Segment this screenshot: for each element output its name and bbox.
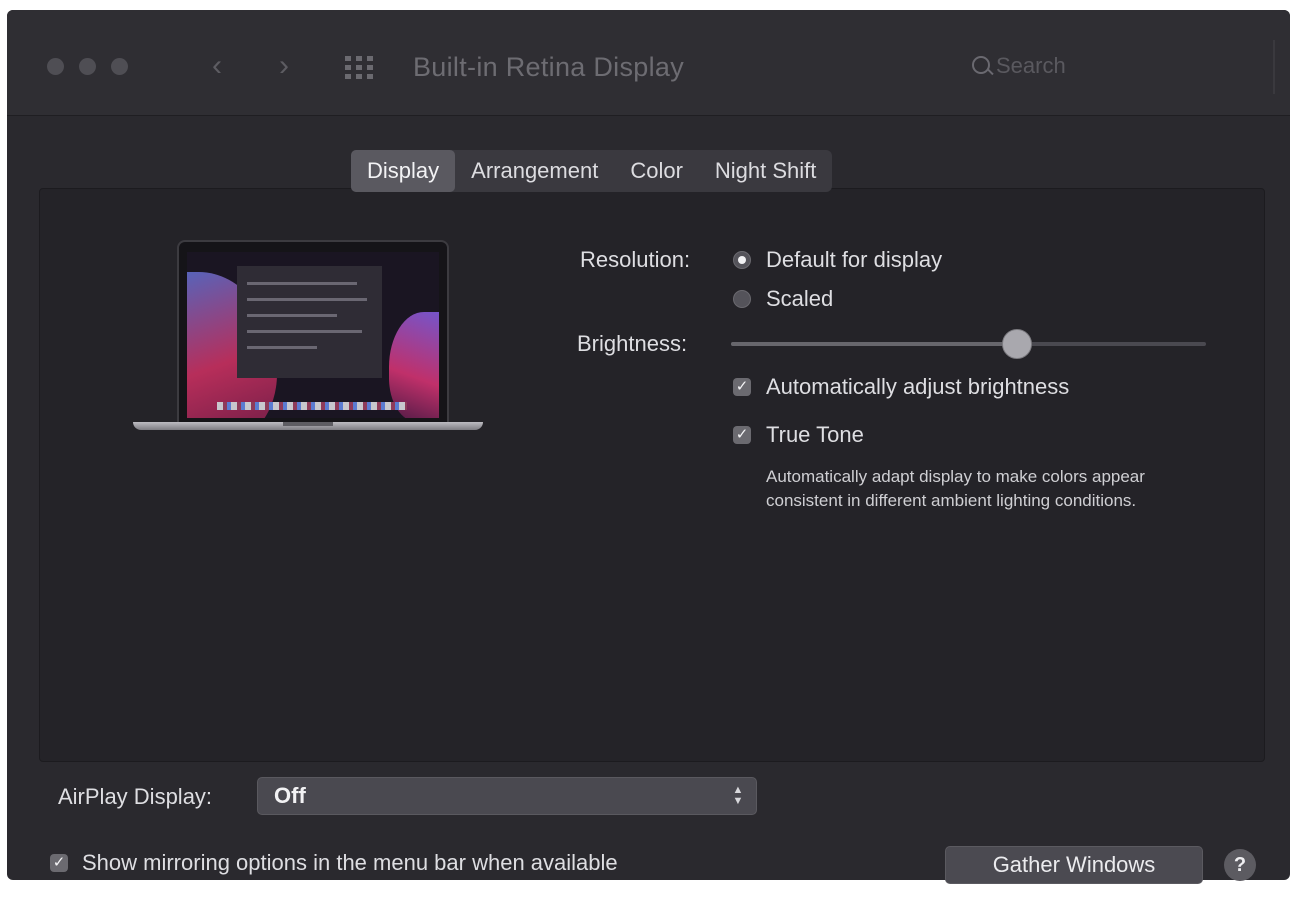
zoom-window-button[interactable] bbox=[111, 58, 128, 75]
title-divider bbox=[1273, 40, 1275, 94]
search-placeholder: Search bbox=[996, 53, 1066, 78]
tab-color[interactable]: Color bbox=[614, 150, 699, 192]
dock-thumbnail bbox=[217, 402, 407, 410]
resolution-default-label[interactable]: Default for display bbox=[766, 247, 942, 273]
search-field[interactable]: Search bbox=[972, 50, 1272, 82]
true-tone-description: Automatically adapt display to make colo… bbox=[766, 467, 1145, 510]
brightness-label: Brightness: bbox=[577, 331, 688, 356]
chevron-right-icon[interactable]: › bbox=[267, 48, 301, 84]
tab-bar: Display Arrangement Color Night Shift bbox=[351, 150, 833, 192]
minimize-window-button[interactable] bbox=[79, 58, 96, 75]
laptop-screen bbox=[187, 252, 439, 418]
laptop-lid bbox=[177, 240, 449, 424]
brightness-slider-knob[interactable] bbox=[1002, 329, 1032, 359]
auto-brightness-label[interactable]: Automatically adjust brightness bbox=[766, 374, 1069, 400]
show-mirroring-checkbox[interactable]: ✓ bbox=[50, 854, 68, 872]
tab-arrangement[interactable]: Arrangement bbox=[455, 150, 614, 192]
true-tone-label[interactable]: True Tone bbox=[766, 422, 864, 448]
airplay-display-label: AirPlay Display: bbox=[58, 784, 213, 809]
resolution-label: Resolution: bbox=[580, 247, 691, 272]
resolution-scaled-radio[interactable] bbox=[733, 290, 751, 308]
preferences-sheet-thumbnail bbox=[237, 266, 382, 378]
brightness-slider-fill bbox=[731, 342, 1016, 346]
show-mirroring-label[interactable]: Show mirroring options in the menu bar w… bbox=[82, 850, 618, 876]
close-window-button[interactable] bbox=[47, 58, 64, 75]
tab-night-shift[interactable]: Night Shift bbox=[699, 150, 833, 192]
title-bar: ‹ › Built-in Retina Display Search bbox=[7, 10, 1290, 116]
search-icon bbox=[972, 56, 990, 74]
airplay-display-value: Off bbox=[274, 783, 306, 808]
auto-brightness-checkbox[interactable]: ✓ bbox=[733, 378, 751, 396]
airplay-display-select[interactable]: Off ▲ ▼ bbox=[257, 777, 757, 815]
brightness-slider[interactable] bbox=[731, 329, 1206, 359]
resolution-default-radio[interactable] bbox=[733, 251, 751, 269]
grid-icon[interactable] bbox=[343, 54, 377, 80]
window-title: Built-in Retina Display bbox=[413, 52, 685, 82]
question-icon[interactable]: ? bbox=[1224, 849, 1256, 881]
tab-display[interactable]: Display bbox=[351, 150, 456, 192]
gather-windows-button[interactable]: Gather Windows bbox=[945, 846, 1203, 884]
laptop-illustration bbox=[133, 240, 483, 450]
chevron-up-down-icon: ▲ ▼ bbox=[732, 784, 744, 807]
resolution-scaled-label[interactable]: Scaled bbox=[766, 286, 833, 312]
true-tone-checkbox[interactable]: ✓ bbox=[733, 426, 751, 444]
chevron-left-icon[interactable]: ‹ bbox=[200, 48, 234, 84]
